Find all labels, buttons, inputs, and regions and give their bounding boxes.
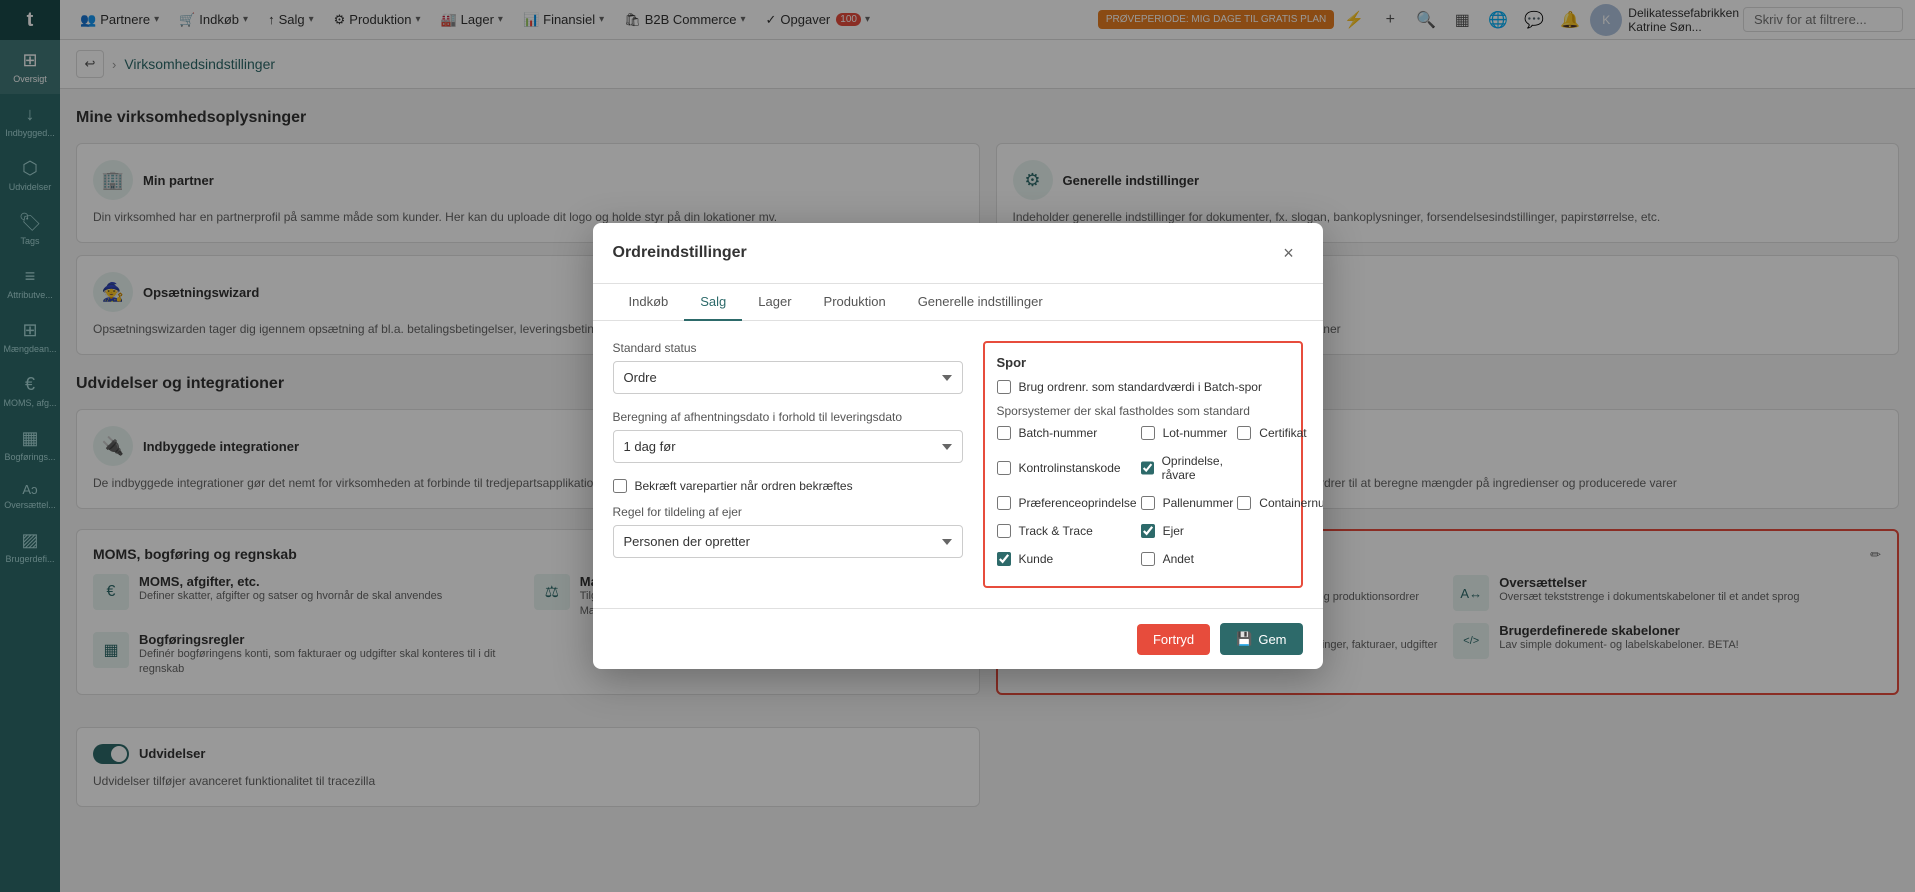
use-ordrenr-label: Brug ordrenr. som standardværdi i Batch-…	[1019, 380, 1262, 394]
modal-tabs: Indkøb Salg Lager Produktion Generelle i…	[593, 284, 1323, 321]
praferenceoprind-label: Præferenceoprindelse	[1019, 496, 1137, 510]
bekraeft-checkbox-row: Bekræft varepartier når ordren bekræftes	[613, 479, 963, 493]
beregning-label: Beregning af afhentningsdato i forhold t…	[613, 410, 963, 424]
containernummer-label: Containernummer	[1259, 496, 1322, 510]
modal-header: Ordreindstillinger ×	[593, 223, 1323, 284]
save-icon: 💾	[1236, 631, 1252, 647]
spor-system-pallenummer: Pallenummer	[1141, 496, 1234, 510]
kontrolinstanskode-checkbox[interactable]	[997, 461, 1011, 475]
kontrolinstanskode-label: Kontrolinstanskode	[1019, 461, 1121, 475]
kunde-label: Kunde	[1019, 552, 1054, 566]
beregning-select[interactable]: 1 dag før	[613, 430, 963, 463]
standard-status-group: Standard status Ordre	[613, 341, 963, 394]
standard-status-label: Standard status	[613, 341, 963, 355]
spor-system-kunde: Kunde	[997, 552, 1137, 566]
use-ordrenr-row: Brug ordrenr. som standardværdi i Batch-…	[997, 380, 1289, 394]
save-label: Gem	[1258, 632, 1286, 647]
spor-system-ejer: Ejer	[1141, 524, 1234, 538]
beregning-group: Beregning af afhentningsdato i forhold t…	[613, 410, 963, 463]
tab-generelle-indstillinger[interactable]: Generelle indstillinger	[902, 284, 1059, 321]
regel-ejer-select[interactable]: Personen der opretter	[613, 525, 963, 558]
spor-title: Spor	[997, 355, 1289, 370]
standard-status-select[interactable]: Ordre	[613, 361, 963, 394]
modal-body: Standard status Ordre Beregning af afhen…	[593, 321, 1323, 608]
spor-system-lot-nummer: Lot-nummer	[1141, 426, 1234, 440]
lot-nummer-label: Lot-nummer	[1163, 426, 1228, 440]
oprindelse-checkbox[interactable]	[1141, 461, 1154, 475]
spor-systems-grid: Batch-nummer Lot-nummer Certifikat	[997, 426, 1289, 574]
modal-footer: Fortryd 💾 Gem	[593, 608, 1323, 669]
save-button[interactable]: 💾 Gem	[1220, 623, 1302, 655]
modal-right: Spor Brug ordrenr. som standardværdi i B…	[983, 341, 1303, 588]
lot-nummer-checkbox[interactable]	[1141, 426, 1155, 440]
regel-ejer-label: Regel for tildeling af ejer	[613, 505, 963, 519]
oprindelse-label: Oprindelse, råvare	[1162, 454, 1234, 482]
modal-overlay[interactable]: Ordreindstillinger × Indkøb Salg Lager P…	[0, 0, 1915, 892]
use-ordrenr-checkbox[interactable]	[997, 380, 1011, 394]
spor-system-oprindelse: Oprindelse, råvare	[1141, 454, 1234, 482]
modal-left: Standard status Ordre Beregning af afhen…	[613, 341, 963, 588]
tab-lager[interactable]: Lager	[742, 284, 807, 321]
modal: Ordreindstillinger × Indkøb Salg Lager P…	[593, 223, 1323, 669]
kunde-checkbox[interactable]	[997, 552, 1011, 566]
spor-system-praferenceoprindelse	[1237, 454, 1322, 482]
track-trace-checkbox[interactable]	[997, 524, 1011, 538]
spor-system-track-trace: Track & Trace	[997, 524, 1137, 538]
spor-system-andet: Andet	[1141, 552, 1234, 566]
batch-nummer-checkbox[interactable]	[997, 426, 1011, 440]
batch-nummer-label: Batch-nummer	[1019, 426, 1098, 440]
modal-close-button[interactable]: ×	[1275, 239, 1303, 267]
track-trace-label: Track & Trace	[1019, 524, 1093, 538]
spor-system-praferenceoprind: Præferenceoprindelse	[997, 496, 1137, 510]
bekraeft-label: Bekræft varepartier når ordren bekræftes	[635, 479, 853, 493]
spor-system-containernummer: Containernummer	[1237, 496, 1322, 510]
spor-system-kontrolinstanskode: Kontrolinstanskode	[997, 454, 1137, 482]
cancel-button[interactable]: Fortryd	[1137, 624, 1210, 655]
bekraeft-checkbox[interactable]	[613, 479, 627, 493]
certifikat-checkbox[interactable]	[1237, 426, 1251, 440]
spor-system-batch-nummer: Batch-nummer	[997, 426, 1137, 440]
certifikat-label: Certifikat	[1259, 426, 1306, 440]
modal-title: Ordreindstillinger	[613, 244, 747, 262]
regel-ejer-group: Regel for tildeling af ejer Personen der…	[613, 505, 963, 558]
spor-system-certifikat: Certifikat	[1237, 426, 1322, 440]
ejer-checkbox[interactable]	[1141, 524, 1155, 538]
pallenummer-label: Pallenummer	[1163, 496, 1234, 510]
andet-label: Andet	[1163, 552, 1194, 566]
tab-produktion[interactable]: Produktion	[808, 284, 902, 321]
tab-salg[interactable]: Salg	[684, 284, 742, 321]
pallenummer-checkbox[interactable]	[1141, 496, 1155, 510]
tab-indkob[interactable]: Indkøb	[613, 284, 685, 321]
andet-checkbox[interactable]	[1141, 552, 1155, 566]
spor-systems-title: Sporsystemer der skal fastholdes som sta…	[997, 404, 1289, 418]
spor-box: Spor Brug ordrenr. som standardværdi i B…	[983, 341, 1303, 588]
praferenceoprind-checkbox[interactable]	[997, 496, 1011, 510]
containernummer-checkbox[interactable]	[1237, 496, 1251, 510]
ejer-label: Ejer	[1163, 524, 1184, 538]
